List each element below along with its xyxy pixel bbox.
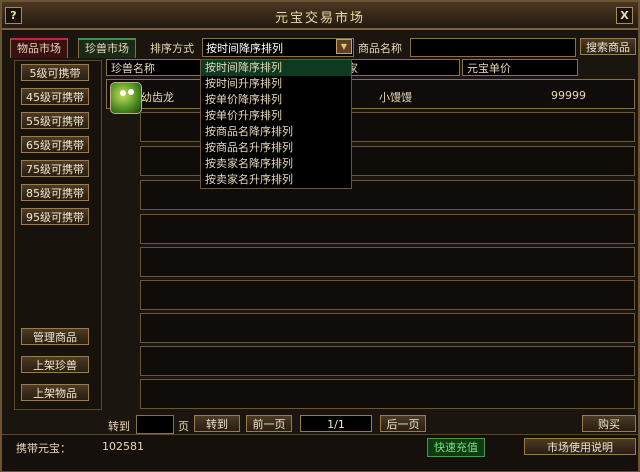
- row-pet-name: 幼齿龙: [141, 91, 174, 104]
- market-window: ? 元宝交易市场 X 物品市场 珍兽市场 排序方式 按时间降序排列 ▼ 商品名称…: [0, 0, 640, 472]
- level-75-button[interactable]: 75级可携带: [21, 160, 89, 177]
- sort-option[interactable]: 按卖家名降序排列: [201, 156, 351, 172]
- search-input[interactable]: [410, 38, 576, 57]
- close-icon[interactable]: X: [616, 7, 633, 24]
- level-45-button[interactable]: 45级可携带: [21, 88, 89, 105]
- row-price: 99999: [551, 89, 586, 102]
- sort-option[interactable]: 按卖家名升序排列: [201, 172, 351, 188]
- page-indicator: 1/1: [300, 415, 372, 432]
- recharge-button[interactable]: 快速充值: [427, 438, 485, 457]
- sort-dropdown-menu: 按时间降序排列 按时间升序排列 按单价降序排列 按单价升序排列 按商品名降序排列…: [200, 59, 352, 189]
- manage-items-button[interactable]: 管理商品: [21, 328, 89, 345]
- level-95-button[interactable]: 95级可携带: [21, 208, 89, 225]
- carry-label: 携带元宝：: [16, 442, 71, 455]
- dragon-icon: [110, 82, 142, 114]
- level-65-button[interactable]: 65级可携带: [21, 136, 89, 153]
- window-title: 元宝交易市场: [274, 11, 365, 26]
- table-row[interactable]: [140, 313, 635, 343]
- level-85-button[interactable]: 85级可携带: [21, 184, 89, 201]
- search-button[interactable]: 搜索商品: [580, 38, 636, 55]
- sort-option[interactable]: 按单价降序排列: [201, 92, 351, 108]
- col-header-seller: 家: [342, 59, 460, 76]
- sort-selected-value: 按时间降序排列: [206, 42, 283, 55]
- sort-option[interactable]: 按商品名升序排列: [201, 140, 351, 156]
- table-row[interactable]: [140, 280, 635, 310]
- sort-label: 排序方式: [150, 42, 194, 55]
- search-label: 商品名称: [358, 42, 402, 55]
- row-seller: 小馒馒: [379, 91, 412, 104]
- chevron-down-icon[interactable]: ▼: [336, 39, 352, 54]
- carry-value: 102581: [102, 440, 144, 453]
- list-item-button[interactable]: 上架物品: [21, 384, 89, 401]
- sort-option[interactable]: 按时间升序排列: [201, 76, 351, 92]
- goto-label: 转到: [108, 420, 130, 433]
- next-page-button[interactable]: 后一页: [380, 415, 426, 432]
- sort-option[interactable]: 按时间降序排列: [201, 60, 351, 76]
- list-pet-button[interactable]: 上架珍兽: [21, 356, 89, 373]
- buy-button[interactable]: 购买: [582, 415, 636, 432]
- goto-page-input[interactable]: [136, 415, 174, 434]
- table-row[interactable]: 幼齿龙 小馒馒 99999: [106, 79, 635, 114]
- sort-option[interactable]: 按单价升序排列: [201, 108, 351, 124]
- table-row[interactable]: [140, 247, 635, 277]
- goto-button[interactable]: 转到: [194, 415, 240, 432]
- tab-pet-market[interactable]: 珍兽市场: [78, 38, 136, 58]
- col-header-price: 元宝单价: [462, 59, 578, 76]
- page-unit-label: 页: [178, 420, 189, 433]
- tab-item-market[interactable]: 物品市场: [10, 38, 68, 58]
- table-row[interactable]: [140, 214, 635, 244]
- level-5-button[interactable]: 5级可携带: [21, 64, 89, 81]
- market-help-button[interactable]: 市场使用说明: [524, 438, 636, 455]
- table-row[interactable]: [140, 379, 635, 409]
- sort-select[interactable]: 按时间降序排列: [202, 38, 354, 57]
- table-row[interactable]: [140, 346, 635, 376]
- prev-page-button[interactable]: 前一页: [246, 415, 292, 432]
- level-55-button[interactable]: 55级可携带: [21, 112, 89, 129]
- title-bar[interactable]: ? 元宝交易市场 X: [2, 2, 638, 30]
- sort-option[interactable]: 按商品名降序排列: [201, 124, 351, 140]
